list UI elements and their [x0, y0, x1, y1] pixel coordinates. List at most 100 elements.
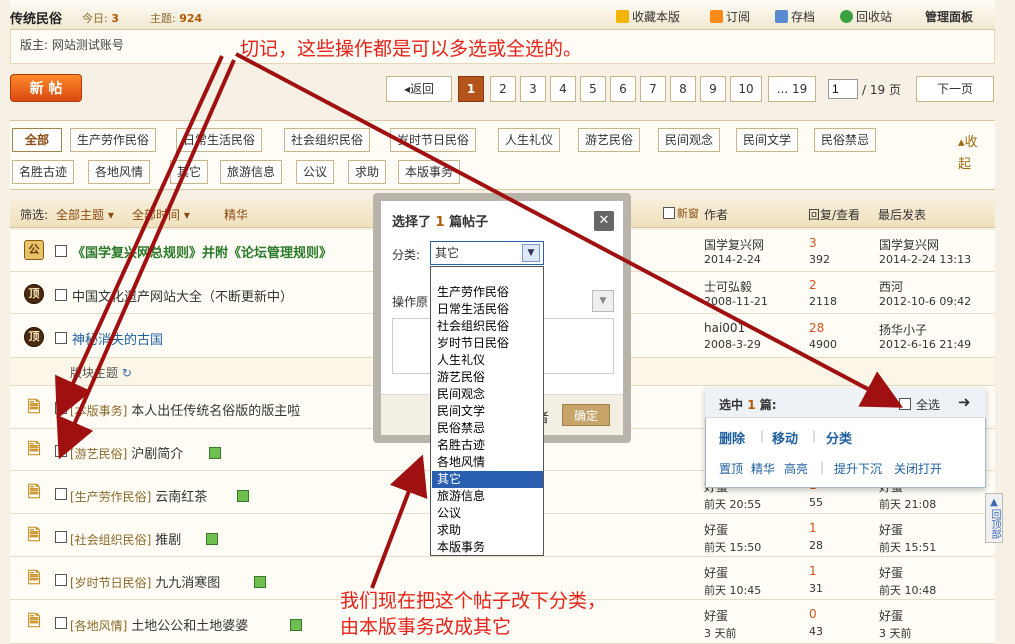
- row-checkbox[interactable]: [55, 445, 67, 457]
- category-discussion[interactable]: 公议: [296, 160, 335, 184]
- category-all[interactable]: 全部: [12, 128, 62, 152]
- page-jump-input[interactable]: [828, 79, 858, 99]
- last-poster[interactable]: 好蛋: [879, 564, 903, 581]
- option-sites[interactable]: 名胜古迹: [432, 437, 543, 454]
- category-literature[interactable]: 民间文学: [736, 128, 799, 152]
- option-life-rites[interactable]: 人生礼仪: [432, 352, 543, 369]
- option-taboos[interactable]: 民俗禁忌: [432, 420, 543, 437]
- back-button[interactable]: ◂返回: [386, 76, 452, 102]
- pin-button[interactable]: 置顶: [719, 460, 743, 477]
- last-poster[interactable]: 西河: [879, 278, 903, 295]
- last-poster[interactable]: 国学复兴网: [879, 236, 939, 253]
- last-poster[interactable]: 扬华小子: [879, 321, 927, 338]
- favorite-board-link[interactable]: 收藏本版: [616, 8, 680, 25]
- page-4[interactable]: 4: [550, 76, 576, 102]
- page-last[interactable]: ... 19: [768, 76, 816, 102]
- page-7[interactable]: 7: [640, 76, 666, 102]
- row-checkbox[interactable]: [55, 245, 67, 257]
- digest-button[interactable]: 精华: [751, 460, 775, 477]
- option-discussion[interactable]: 公议: [432, 505, 543, 522]
- filter-all-time[interactable]: 全部时间 ▾: [132, 206, 190, 223]
- option-other[interactable]: 其它: [432, 471, 543, 488]
- thread-author[interactable]: 好蛋: [704, 607, 728, 624]
- page-6[interactable]: 6: [610, 76, 636, 102]
- category-beliefs[interactable]: 民间观念: [658, 128, 721, 152]
- thread-title[interactable]: 土地公公和土地婆婆: [131, 619, 248, 634]
- option-recreation[interactable]: 游艺民俗: [432, 369, 543, 386]
- back-to-top-button[interactable]: ▲ 回顶部: [985, 493, 1003, 543]
- category-life-rites[interactable]: 人生礼仪: [498, 128, 561, 152]
- row-checkbox[interactable]: [55, 574, 67, 586]
- thread-author[interactable]: 好蛋: [704, 521, 728, 538]
- thread-title[interactable]: 沪剧简介: [131, 447, 183, 462]
- page-8[interactable]: 8: [670, 76, 696, 102]
- recycle-bin-link[interactable]: 回收站: [840, 8, 892, 25]
- thread-category-tag[interactable]: [各地风情]: [70, 619, 127, 633]
- row-checkbox[interactable]: [55, 488, 67, 500]
- select-all-checkbox[interactable]: [899, 398, 911, 410]
- refresh-icon[interactable]: ↻: [122, 366, 132, 380]
- chevron-down-icon[interactable]: ▼: [522, 244, 540, 262]
- option-board-affairs[interactable]: 本版事务: [432, 539, 543, 556]
- category-sites[interactable]: 名胜古迹: [12, 160, 75, 184]
- categorize-button[interactable]: 分类: [826, 428, 852, 447]
- page-3[interactable]: 3: [520, 76, 546, 102]
- option-literature[interactable]: 民间文学: [432, 403, 543, 420]
- category-help[interactable]: 求助: [348, 160, 387, 184]
- thread-author[interactable]: 国学复兴网: [704, 236, 764, 253]
- last-poster[interactable]: 好蛋: [879, 521, 903, 538]
- archive-link[interactable]: 存档: [775, 8, 815, 25]
- last-poster[interactable]: 好蛋: [879, 607, 903, 624]
- thread-category-tag[interactable]: [生产劳作民俗]: [70, 490, 151, 504]
- option-beliefs[interactable]: 民间观念: [432, 386, 543, 403]
- option-festivals[interactable]: 岁时节日民俗: [432, 335, 543, 352]
- new-window-checkbox[interactable]: [663, 207, 675, 219]
- thread-title[interactable]: 本人出任传统名俗版的版主啦: [131, 404, 300, 419]
- category-production[interactable]: 生产劳作民俗: [70, 128, 157, 152]
- option-social-org[interactable]: 社会组织民俗: [432, 318, 543, 335]
- thread-category-tag[interactable]: [本版事务]: [70, 404, 127, 418]
- category-social-org[interactable]: 社会组织民俗: [284, 128, 371, 152]
- option-travel[interactable]: 旅游信息: [432, 488, 543, 505]
- arrow-right-icon[interactable]: ➜: [958, 393, 971, 411]
- category-local-customs[interactable]: 各地风情: [88, 160, 151, 184]
- page-2[interactable]: 2: [490, 76, 516, 102]
- category-taboos[interactable]: 民俗禁忌: [814, 128, 877, 152]
- row-checkbox[interactable]: [55, 531, 67, 543]
- move-button[interactable]: 移动: [772, 428, 798, 447]
- close-icon[interactable]: ✕: [594, 211, 614, 231]
- option-production[interactable]: 生产劳作民俗: [432, 284, 543, 301]
- thread-title[interactable]: 神秘消失的古国: [72, 329, 163, 348]
- highlight-button[interactable]: 高亮: [784, 460, 808, 477]
- bump-sink-button[interactable]: 提升下沉: [834, 460, 882, 477]
- page-10[interactable]: 10: [730, 76, 762, 102]
- category-board-affairs[interactable]: 本版事务: [398, 160, 461, 184]
- page-1[interactable]: 1: [458, 76, 484, 102]
- row-checkbox[interactable]: [55, 332, 67, 344]
- thread-category-tag[interactable]: [游艺民俗]: [70, 447, 127, 461]
- row-checkbox[interactable]: [55, 289, 67, 301]
- filter-all-topics[interactable]: 全部主题 ▾: [56, 206, 114, 223]
- page-5[interactable]: 5: [580, 76, 606, 102]
- category-other[interactable]: 其它: [170, 160, 209, 184]
- next-page-button[interactable]: 下一页: [916, 76, 994, 102]
- thread-title[interactable]: 云南红茶: [155, 490, 207, 505]
- category-daily-life[interactable]: 日常生活民俗: [176, 128, 263, 152]
- close-open-button[interactable]: 关闭打开: [894, 460, 942, 477]
- thread-title[interactable]: 中国文化遗产网站大全（不断更新中）: [72, 286, 293, 305]
- option-local-customs[interactable]: 各地风情: [432, 454, 543, 471]
- delete-button[interactable]: 删除: [719, 428, 745, 447]
- thread-author[interactable]: 好蛋: [704, 564, 728, 581]
- thread-title[interactable]: 《国学复兴网总规则》并附《论坛管理规则》: [72, 242, 392, 261]
- confirm-button[interactable]: 确定: [562, 404, 610, 426]
- filter-digest[interactable]: 精华: [224, 206, 248, 223]
- category-travel[interactable]: 旅游信息: [220, 160, 283, 184]
- new-post-button[interactable]: 新 帖: [10, 74, 82, 102]
- option-help[interactable]: 求助: [432, 522, 543, 539]
- thread-title[interactable]: 推剧: [155, 533, 181, 548]
- thread-author[interactable]: 士可弘毅: [704, 278, 752, 295]
- option-daily-life[interactable]: 日常生活民俗: [432, 301, 543, 318]
- collapse-toggle[interactable]: ▴收起: [958, 132, 988, 176]
- thread-category-tag[interactable]: [岁时节日民俗]: [70, 576, 151, 590]
- thread-title[interactable]: 九九消寒图: [155, 576, 220, 591]
